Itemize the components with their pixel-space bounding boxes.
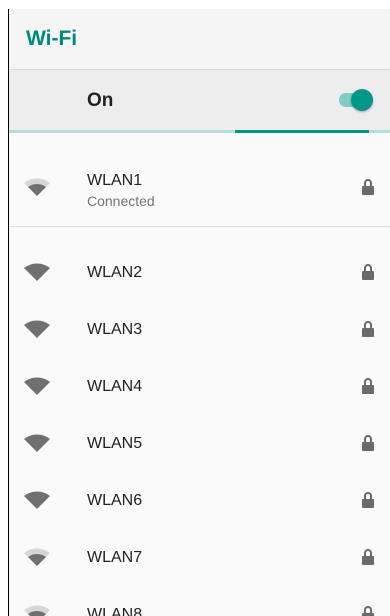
wifi-signal-medium-icon <box>24 605 50 616</box>
network-ssid: WLAN1 <box>87 172 143 189</box>
wifi-switch-label: On <box>87 90 114 111</box>
network-ssid: WLAN6 <box>87 492 143 509</box>
wifi-signal-medium-icon <box>24 548 50 566</box>
network-ssid: WLAN7 <box>87 549 143 566</box>
wifi-signal-full-icon <box>24 320 50 338</box>
lock-icon <box>362 179 374 195</box>
network-ssid: WLAN4 <box>87 378 143 395</box>
wifi-toggle[interactable] <box>337 88 375 112</box>
network-item-wlan6[interactable]: WLAN6 <box>9 472 390 528</box>
network-item-wlan2[interactable]: WLAN2 <box>9 244 390 300</box>
network-status: Connected <box>87 193 155 209</box>
network-ssid: WLAN8 <box>87 606 143 616</box>
app-bar: Wi-Fi <box>9 9 390 70</box>
lock-icon <box>362 549 374 565</box>
wifi-signal-full-icon <box>24 377 50 395</box>
list-divider <box>9 226 390 227</box>
lock-icon <box>362 492 374 508</box>
network-ssid: WLAN2 <box>87 264 143 281</box>
network-item-wlan8[interactable]: WLAN8 <box>9 586 390 616</box>
lock-icon <box>362 264 374 280</box>
wifi-settings-screen: Wi-Fi On WLAN1 Connected WLAN2 WLAN3 WLA… <box>8 9 390 616</box>
page-title: Wi-Fi <box>26 27 78 50</box>
lock-icon <box>362 378 374 394</box>
network-ssid: WLAN3 <box>87 321 143 338</box>
wifi-signal-full-icon <box>24 491 50 509</box>
wifi-signal-full-icon <box>24 263 50 281</box>
toggle-thumb <box>351 89 373 111</box>
lock-icon <box>362 321 374 337</box>
switch-bar-underline-active <box>235 130 369 133</box>
network-item-wlan7[interactable]: WLAN7 <box>9 529 390 585</box>
network-item-wlan4[interactable]: WLAN4 <box>9 358 390 414</box>
lock-icon <box>362 435 374 451</box>
network-item-wlan5[interactable]: WLAN5 <box>9 415 390 471</box>
network-item-wlan1[interactable]: WLAN1 Connected <box>9 166 390 222</box>
lock-icon <box>362 606 374 616</box>
wifi-signal-medium-icon <box>24 178 50 196</box>
network-item-wlan3[interactable]: WLAN3 <box>9 301 390 357</box>
wifi-signal-full-icon <box>24 434 50 452</box>
wifi-master-switch-bar[interactable]: On <box>9 70 390 131</box>
network-ssid: WLAN5 <box>87 435 143 452</box>
